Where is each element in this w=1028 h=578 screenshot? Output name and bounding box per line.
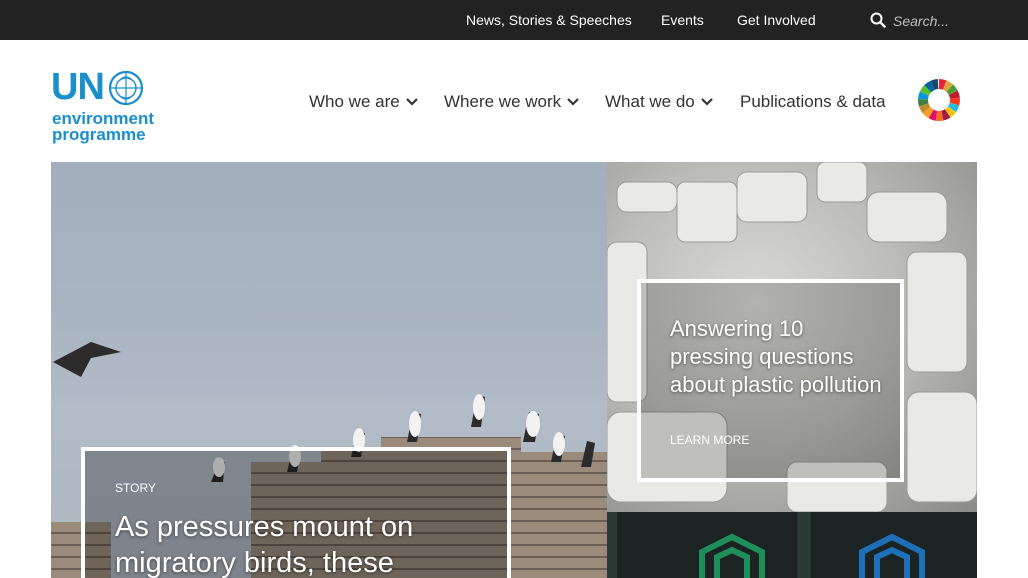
unep-logo[interactable]: UN environment programme — [51, 66, 155, 145]
nav-link-events[interactable]: Events — [661, 12, 704, 28]
un-emblem-icon — [108, 70, 144, 106]
hero-kicker: STORY — [115, 481, 156, 495]
nav-link-news-stories-speeches[interactable]: News, Stories & Speeches — [466, 12, 632, 28]
plastic-pollution-image[interactable]: Answering 10 pressing questions about pl… — [607, 162, 977, 512]
hero-story-image[interactable]: STORY As pressures mount on migratory bi… — [51, 162, 607, 578]
nav-publications-data[interactable]: Publications & data — [740, 92, 886, 112]
nav-who-we-are[interactable]: Who we are — [309, 92, 418, 112]
nav-what-we-do[interactable]: What we do — [605, 92, 713, 112]
site-header: UN environment programme Who we are Wher… — [0, 40, 1028, 162]
nav-who-we-are-label: Who we are — [309, 92, 400, 111]
feature-title[interactable]: Answering 10 pressing questions about pl… — [670, 315, 890, 399]
logo-line-programme: programme — [52, 125, 146, 144]
top-bar: News, Stories & Speeches Events Get Invo… — [0, 0, 1028, 40]
hero-card[interactable]: STORY As pressures mount on migratory bi… — [85, 451, 507, 578]
nav-where-we-work[interactable]: Where we work — [444, 92, 579, 112]
nav-publications-data-label: Publications & data — [740, 92, 886, 111]
nav-link-get-involved[interactable]: Get Involved — [737, 12, 816, 28]
sdg-wheel-icon[interactable] — [916, 77, 962, 123]
search-input[interactable] — [893, 11, 1003, 31]
chevron-down-icon — [567, 98, 579, 106]
feature-card[interactable]: Answering 10 pressing questions about pl… — [641, 283, 900, 478]
logo-un-text: UN — [51, 66, 105, 108]
nav-what-we-do-label: What we do — [605, 92, 695, 111]
search-box[interactable] — [870, 11, 1020, 31]
search-icon[interactable] — [870, 12, 886, 28]
learn-more-link[interactable]: LEARN MORE — [670, 433, 749, 447]
chevron-down-icon — [700, 98, 713, 106]
nav-where-we-work-label: Where we work — [444, 92, 562, 111]
hero-title[interactable]: As pressures mount on migratory birds, t… — [115, 509, 505, 578]
secondary-feature-image[interactable] — [607, 512, 977, 578]
chevron-down-icon — [405, 98, 418, 106]
hexagon-pattern-illustration — [607, 512, 925, 578]
